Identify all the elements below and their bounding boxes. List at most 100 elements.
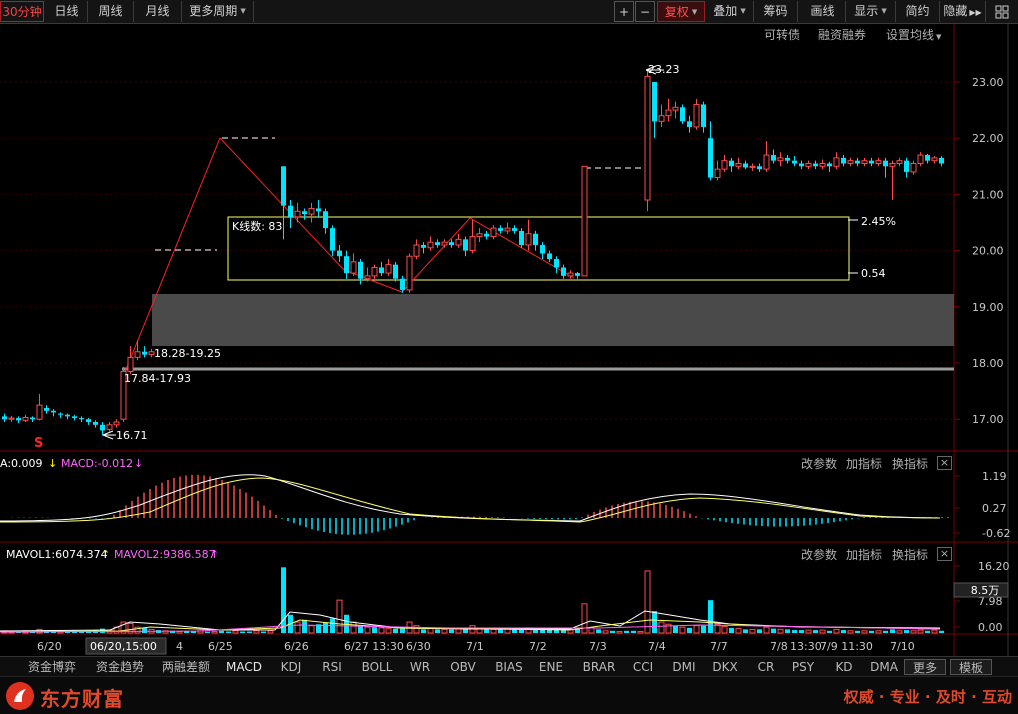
candle bbox=[799, 160, 804, 170]
more-periods-dropdown[interactable]: 更多周期 ▼ bbox=[182, 1, 254, 22]
time-tick-label: 7/4 bbox=[648, 640, 666, 653]
chips-button[interactable]: 筹码 bbox=[754, 1, 798, 22]
zoom-out-button[interactable]: − bbox=[635, 1, 655, 22]
period-week-tab[interactable]: 周线 bbox=[88, 1, 134, 22]
range-box bbox=[227, 216, 850, 281]
volume-bar bbox=[435, 629, 440, 633]
overlay-dropdown[interactable]: 叠加 ▼ bbox=[706, 1, 754, 22]
volume-bar bbox=[142, 627, 147, 633]
grid-icon[interactable] bbox=[988, 1, 1016, 22]
period-day-tab[interactable]: 日线 bbox=[46, 1, 88, 22]
time-tick-label: 6/26 bbox=[284, 640, 309, 653]
macd-tick-label: 0.27 bbox=[982, 502, 1007, 515]
candle bbox=[2, 413, 7, 423]
candle bbox=[44, 405, 49, 414]
range-box-bottom-label: 0.54 bbox=[861, 267, 886, 280]
volume-bar bbox=[757, 629, 762, 633]
indicator-tab-brar[interactable]: BRAR bbox=[577, 659, 621, 675]
macd-close-icon[interactable]: × bbox=[937, 456, 952, 470]
volume-bar bbox=[219, 630, 224, 633]
vol-edit-params-button[interactable]: 改参数 bbox=[801, 546, 837, 563]
candle bbox=[680, 104, 685, 125]
candle bbox=[847, 157, 854, 167]
time-tick-label: 7/7 bbox=[710, 640, 728, 653]
volume-bar bbox=[240, 631, 245, 633]
candle bbox=[413, 239, 420, 260]
volume-bar bbox=[701, 625, 706, 633]
indicator-tab-ene[interactable]: ENE bbox=[532, 659, 570, 675]
volume-bar bbox=[350, 621, 357, 634]
volume-bar bbox=[904, 630, 909, 633]
candle bbox=[476, 228, 483, 243]
ma-settings-dropdown[interactable]: 设置均线 ▼ bbox=[886, 26, 941, 43]
price-tick-label: 18.00 bbox=[972, 357, 1004, 370]
indicator-tab-boll[interactable]: BOLL bbox=[356, 659, 398, 675]
candle bbox=[142, 346, 147, 358]
display-dropdown[interactable]: 显示 ▼ bbox=[846, 1, 896, 22]
candle bbox=[896, 157, 903, 167]
indicator-tab-0[interactable]: 资金博弈 bbox=[20, 659, 84, 675]
indicator-tab-cr[interactable]: CR bbox=[751, 659, 781, 675]
candle bbox=[658, 104, 665, 127]
candle bbox=[708, 121, 713, 181]
indicator-tab-obv[interactable]: OBV bbox=[444, 659, 482, 675]
candle bbox=[652, 82, 657, 139]
indicator-tab-psy[interactable]: PSY bbox=[788, 659, 818, 675]
volume-bar bbox=[637, 631, 644, 634]
macd-value-label: MACD:-0.012 bbox=[61, 457, 133, 470]
candle bbox=[100, 422, 105, 436]
margin-trading-link[interactable]: 融资融券 bbox=[818, 26, 866, 43]
volume-bar bbox=[378, 627, 385, 634]
indicator-tab-kdj[interactable]: KDJ bbox=[274, 659, 308, 675]
indicator-tab-20[interactable]: 模板 bbox=[950, 659, 992, 675]
candle bbox=[441, 239, 448, 248]
macd-add-indicator-button[interactable]: 加指标 bbox=[846, 455, 882, 472]
macd-edit-params-button[interactable]: 改参数 bbox=[801, 455, 837, 472]
volume-bar bbox=[302, 619, 307, 633]
vol-swap-indicator-button[interactable]: 换指标 bbox=[892, 546, 928, 563]
indicator-tab-1[interactable]: 资金趋势 bbox=[88, 659, 152, 675]
period-30min-tab[interactable]: 30分钟 bbox=[0, 1, 44, 22]
indicator-tab-kd[interactable]: KD bbox=[830, 659, 858, 675]
indicator-tab-macd[interactable]: MACD bbox=[222, 659, 266, 675]
adjust-dropdown[interactable]: 复权 ▼ bbox=[657, 1, 705, 22]
vol-close-icon[interactable]: × bbox=[937, 547, 952, 561]
candle bbox=[855, 157, 860, 167]
indicator-tab-bias[interactable]: BIAS bbox=[488, 659, 530, 675]
simple-mode-button[interactable]: 简约 bbox=[896, 1, 940, 22]
macd-swap-indicator-button[interactable]: 换指标 bbox=[892, 455, 928, 472]
volume-bar bbox=[749, 628, 756, 634]
volume-bar bbox=[708, 600, 713, 633]
period-month-tab[interactable]: 月线 bbox=[134, 1, 182, 22]
indicator-tab-19[interactable]: 更多 bbox=[904, 659, 946, 675]
arrow-up-icon: ↑ bbox=[101, 548, 110, 561]
zoom-in-button[interactable]: + bbox=[614, 1, 634, 22]
indicator-tab-dma[interactable]: DMA bbox=[866, 659, 902, 675]
time-tick-label: 06/20,15:00 bbox=[90, 640, 157, 653]
volume-bar bbox=[869, 630, 874, 633]
volume-bar bbox=[861, 630, 868, 634]
convertible-bond-link[interactable]: 可转债 bbox=[764, 26, 800, 43]
hide-button[interactable]: 隐藏 ▶▶ bbox=[940, 1, 986, 22]
candle bbox=[294, 202, 301, 223]
time-tick-label: 6/27 13:30 bbox=[344, 640, 404, 653]
volume-bar bbox=[336, 599, 343, 634]
vol-add-indicator-button[interactable]: 加指标 bbox=[846, 546, 882, 563]
indicator-tab-wr[interactable]: WR bbox=[404, 659, 436, 675]
candle bbox=[371, 264, 378, 279]
zone2-label: 17.84-17.93 bbox=[124, 372, 191, 385]
indicator-tab-dmi[interactable]: DMI bbox=[668, 659, 700, 675]
volume-bar bbox=[658, 621, 665, 634]
candle bbox=[469, 219, 476, 254]
volume-bar bbox=[777, 628, 784, 634]
volume-bar bbox=[308, 625, 315, 634]
candle bbox=[65, 413, 70, 420]
indicator-tab-cci[interactable]: CCI bbox=[628, 659, 658, 675]
indicator-tab-rsi[interactable]: RSI bbox=[316, 659, 348, 675]
draw-line-button[interactable]: 画线 bbox=[800, 1, 846, 22]
indicator-tab-2[interactable]: 两融差额 bbox=[154, 659, 218, 675]
indicator-tab-dkx[interactable]: DKX bbox=[710, 659, 740, 675]
candle bbox=[883, 157, 888, 178]
volume-bar bbox=[624, 630, 629, 633]
candle bbox=[939, 156, 944, 167]
